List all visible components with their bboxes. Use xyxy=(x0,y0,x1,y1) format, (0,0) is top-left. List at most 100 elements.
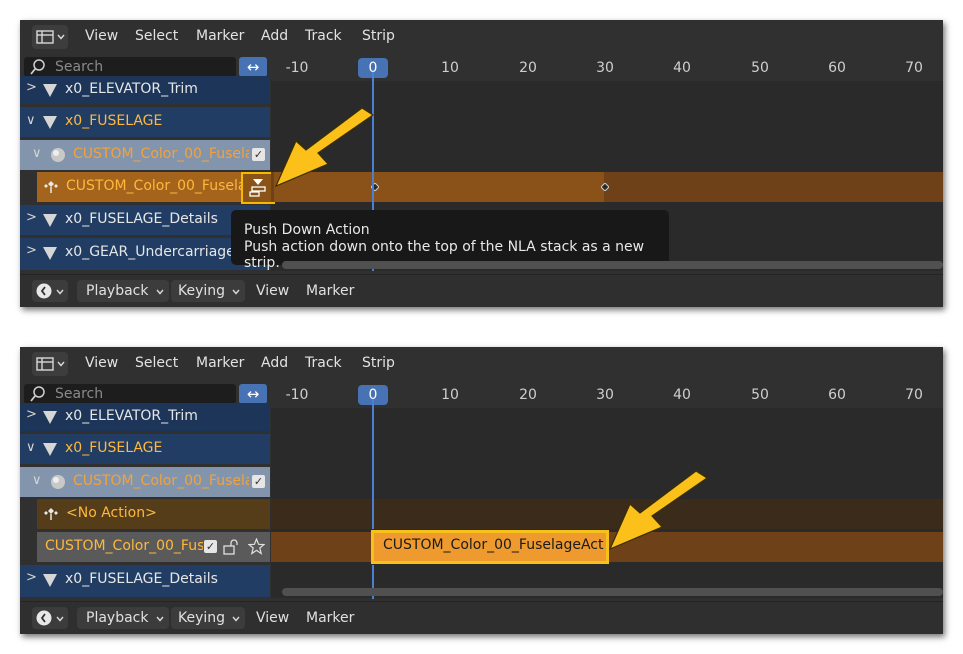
footer-view-menu[interactable]: View xyxy=(256,607,289,629)
chevron-right-icon[interactable]: > xyxy=(26,80,37,95)
footer-marker-menu[interactable]: Marker xyxy=(306,607,354,629)
chevron-down-icon xyxy=(232,616,240,622)
channel-material[interactable]: ∨ CUSTOM_Color_00_Fuselage ✓ xyxy=(20,140,270,170)
menu-select[interactable]: Select xyxy=(135,28,178,44)
channel-material[interactable]: ∨ CUSTOM_Color_00_Fuselage ✓ xyxy=(20,467,270,497)
channel-elevator-trim[interactable]: > x0_ELEVATOR_Trim xyxy=(20,403,270,431)
object-triangle-icon xyxy=(43,247,57,260)
header-menubar: View Select Marker Add Track Strip xyxy=(20,347,943,381)
clock-icon xyxy=(36,283,52,299)
keying-label: Keying xyxy=(178,283,226,299)
horizontal-scrollbar[interactable] xyxy=(282,588,943,596)
menu-marker[interactable]: Marker xyxy=(196,28,244,44)
footer-view-menu[interactable]: View xyxy=(256,280,289,302)
unlock-icon[interactable] xyxy=(223,539,241,555)
checkbox-checked-icon[interactable]: ✓ xyxy=(252,148,265,161)
channel-nla-track[interactable]: CUSTOM_Color_00_Fuselage ✓ xyxy=(37,532,270,562)
editor-type-selector[interactable] xyxy=(32,352,68,376)
tick-label: -10 xyxy=(285,387,309,403)
footer-marker-menu[interactable]: Marker xyxy=(306,280,354,302)
tick-label: 60 xyxy=(828,387,846,403)
search-placeholder: Search xyxy=(55,59,104,75)
channel-fuselage-details[interactable]: > x0_FUSELAGE_Details xyxy=(20,565,270,597)
tick-label: 70 xyxy=(905,60,923,76)
checkbox-checked-icon[interactable]: ✓ xyxy=(252,475,265,488)
tooltip: Push Down Action Push action down onto t… xyxy=(231,210,669,271)
channel-label: CUSTOM_Color_00_Fuselage xyxy=(73,146,249,162)
footer-bar: Playback Keying View Marker xyxy=(20,601,943,634)
menu-strip[interactable]: Strip xyxy=(362,28,395,44)
menu-add[interactable]: Add xyxy=(261,355,288,371)
callout-arrow-icon xyxy=(608,470,709,551)
editor-type-selector[interactable] xyxy=(32,25,68,49)
chevron-down-icon[interactable]: ∨ xyxy=(26,113,36,128)
clock-icon xyxy=(36,610,52,626)
channel-no-action[interactable]: <No Action> xyxy=(37,499,270,529)
tick-label: 30 xyxy=(596,60,614,76)
sync-length-button[interactable]: ↔ xyxy=(239,57,267,77)
push-down-icon xyxy=(249,179,266,197)
tick-label: 30 xyxy=(596,387,614,403)
channel-label: x0_FUSELAGE_Details xyxy=(65,211,218,227)
playback-mode-selector[interactable] xyxy=(32,607,68,629)
channel-fuselage[interactable]: ∨ x0_FUSELAGE xyxy=(20,434,270,464)
action-keyframes-icon xyxy=(44,181,58,193)
header-menubar: View Select Marker Add Track Strip xyxy=(20,20,943,54)
menu-strip[interactable]: Strip xyxy=(362,355,395,371)
object-triangle-icon xyxy=(43,443,57,456)
chevron-right-icon[interactable]: > xyxy=(26,570,37,585)
chevron-down-icon[interactable]: ∨ xyxy=(32,146,42,161)
channel-label: x0_ELEVATOR_Trim xyxy=(65,408,198,424)
keyframe-icon[interactable] xyxy=(601,183,609,191)
tooltip-title: Push Down Action xyxy=(244,222,370,238)
horizontal-scrollbar[interactable] xyxy=(282,261,943,269)
menu-select[interactable]: Select xyxy=(135,355,178,371)
tick-label: 20 xyxy=(519,60,537,76)
keying-menu[interactable]: Keying xyxy=(171,280,245,302)
material-icon xyxy=(51,475,65,489)
chevron-down-icon[interactable]: ∨ xyxy=(26,440,36,455)
sync-length-button[interactable]: ↔ xyxy=(239,384,267,404)
playback-menu[interactable]: Playback xyxy=(77,280,169,302)
checkbox-checked-icon[interactable]: ✓ xyxy=(204,540,217,553)
channel-elevator-trim[interactable]: > x0_ELEVATOR_Trim xyxy=(20,76,270,104)
channel-label: x0_FUSELAGE xyxy=(65,113,163,129)
menu-view[interactable]: View xyxy=(85,355,118,371)
nla-action-strip[interactable]: CUSTOM_Color_00_FuselageAct xyxy=(371,530,609,564)
menu-marker[interactable]: Marker xyxy=(196,355,244,371)
tick-label: 40 xyxy=(673,387,691,403)
search-input[interactable]: Search xyxy=(24,384,236,404)
chevron-down-icon xyxy=(56,289,64,295)
chevron-down-icon[interactable]: ∨ xyxy=(32,473,42,488)
menu-add[interactable]: Add xyxy=(261,28,288,44)
object-triangle-icon xyxy=(43,116,57,129)
playback-label: Playback xyxy=(86,610,149,626)
search-input[interactable]: Search xyxy=(24,57,236,77)
channel-action[interactable]: CUSTOM_Color_00_Fuselage xyxy=(37,172,270,202)
channel-label: CUSTOM_Color_00_Fuselage xyxy=(66,178,246,194)
menu-view[interactable]: View xyxy=(85,28,118,44)
nla-editor-icon xyxy=(35,30,54,44)
menu-track[interactable]: Track xyxy=(305,28,342,44)
chevron-right-icon[interactable]: > xyxy=(26,243,37,258)
tick-label: 40 xyxy=(673,60,691,76)
tick-label: 20 xyxy=(519,387,537,403)
chevron-right-icon[interactable]: > xyxy=(26,407,37,422)
channel-label: <No Action> xyxy=(66,505,157,521)
chevron-down-icon xyxy=(56,34,65,40)
footer-bar: Playback Keying View Marker xyxy=(20,274,943,307)
tick-label: 10 xyxy=(441,387,459,403)
channel-label: CUSTOM_Color_00_Fuselage xyxy=(45,538,203,554)
channel-fuselage[interactable]: ∨ x0_FUSELAGE xyxy=(20,107,270,137)
material-icon xyxy=(51,148,65,162)
keying-menu[interactable]: Keying xyxy=(171,607,245,629)
playhead-line[interactable] xyxy=(372,399,374,529)
channel-label: x0_GEAR_Undercarriage_ xyxy=(65,244,242,260)
object-triangle-icon xyxy=(43,411,57,424)
menu-track[interactable]: Track xyxy=(305,355,342,371)
tick-label: 70 xyxy=(905,387,923,403)
chevron-right-icon[interactable]: > xyxy=(26,210,37,225)
star-icon[interactable] xyxy=(248,538,265,555)
playback-mode-selector[interactable] xyxy=(32,280,68,302)
playback-menu[interactable]: Playback xyxy=(77,607,169,629)
